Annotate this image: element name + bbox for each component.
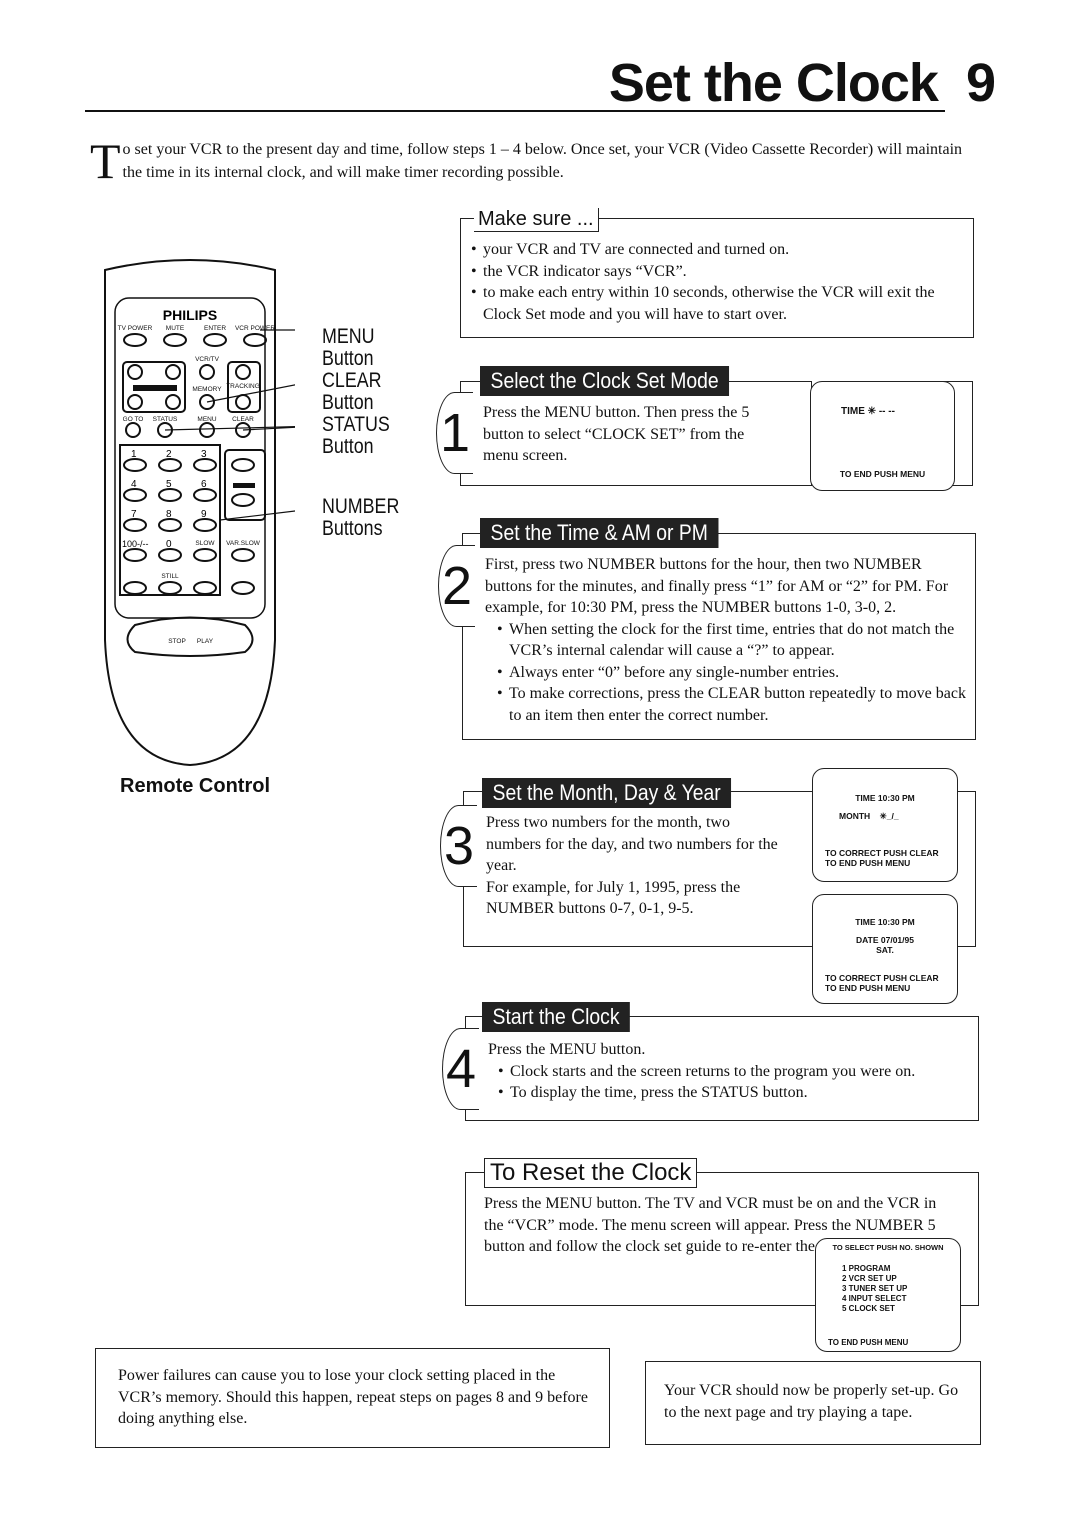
still-label: STILL	[161, 573, 179, 580]
screen-footer: TO END PUSH MENU	[839, 469, 926, 479]
list-item: To make corrections, press the CLEAR but…	[497, 683, 975, 726]
callout-label: Button	[322, 435, 374, 458]
memory-label: MEMORY	[192, 386, 222, 393]
callout-label: CLEAR	[322, 369, 382, 392]
screen-text: SAT.	[876, 945, 894, 955]
step-4-list: Clock starts and the screen returns to t…	[488, 1061, 978, 1104]
menu-label: MENU	[197, 416, 217, 423]
step-3-header: Set the Month, Day & Year	[482, 778, 732, 808]
screen-footer: TO CORRECT PUSH CLEAR	[825, 973, 939, 983]
screen-text: _/_	[886, 811, 899, 821]
clear-callout: CLEAR Button	[322, 370, 399, 414]
note-text: Power failures can cause you to lose you…	[118, 1367, 588, 1427]
reset-title: To Reset the Clock	[484, 1158, 698, 1188]
step-1-text: Press the MENU button. Then press the 5 …	[483, 404, 750, 464]
menu-item: 4 INPUT SELECT	[842, 1294, 907, 1303]
title-text: Set the Clock	[608, 53, 939, 113]
status-label: STATUS	[152, 416, 178, 423]
list-item: When setting the clock for the first tim…	[497, 619, 975, 662]
reset-menu-screen: TO SELECT PUSH NO. SHOWN 1 PROGRAM 2 VCR…	[815, 1238, 961, 1352]
screen-text: -- --	[878, 406, 895, 417]
list-item: to make each entry within 10 seconds, ot…	[471, 282, 973, 325]
list-item: the VCR indicator says “VCR”.	[471, 261, 973, 283]
step-2-number: 2	[438, 545, 475, 627]
callout-label: STATUS	[322, 413, 390, 436]
list-item: Always enter “0” before any single-numbe…	[497, 662, 975, 684]
power-failure-note: Power failures can cause you to lose you…	[95, 1348, 610, 1448]
screen-text: TIME 10:30 PM	[855, 793, 915, 803]
tv-power-label: TV POWER	[117, 325, 153, 332]
step-3-text: Press two numbers for the month, two num…	[486, 814, 778, 874]
vcr-tv-label: VCR/TV	[195, 356, 219, 363]
step-3-screen-date: TIME 10:30 PM DATE 07/01/95 SAT. TO CORR…	[812, 894, 958, 1004]
menu-callout: MENU Button	[322, 326, 399, 370]
screen-header: TO SELECT PUSH NO. SHOWN	[832, 1243, 944, 1252]
list-item: Clock starts and the screen returns to t…	[498, 1061, 978, 1083]
step-4-number: 4	[442, 1028, 479, 1110]
step-2-list: When setting the clock for the first tim…	[487, 619, 975, 727]
step-4-text: Press the MENU button.	[488, 1041, 646, 1058]
play-label: PLAY	[196, 638, 214, 645]
step-2-header: Set the Time & AM or PM	[480, 518, 719, 548]
screen-text: TIME 10:30 PM	[855, 917, 915, 927]
tracking-label: TRACKING	[226, 383, 260, 390]
step-1-screen: TIME ✳ -- -- TO END PUSH MENU	[810, 381, 955, 491]
manual-page: Set the Clock 9 To set your VCR to the pr…	[0, 0, 1080, 1515]
make-sure-box: your VCR and TV are connected and turned…	[460, 218, 974, 338]
list-item: your VCR and TV are connected and turned…	[471, 239, 973, 261]
callout-label: MENU	[322, 325, 375, 348]
go-to-label: GO TO	[122, 416, 144, 423]
note-text: Your VCR should now be properly set-up. …	[664, 1382, 959, 1421]
step-1-number: 1	[436, 392, 473, 474]
clear-label: CLEAR	[232, 416, 254, 423]
menu-item: 2 VCR SET UP	[842, 1274, 897, 1283]
remote-callouts: MENU Button CLEAR Button STATUS Button NUMB…	[322, 326, 413, 540]
menu-item: 3 TUNER SET UP	[842, 1284, 908, 1293]
menu-item: 5 CLOCK SET	[842, 1304, 895, 1313]
screen-footer: TO END PUSH MENU	[828, 1338, 909, 1347]
step-1-box: Press the MENU button. Then press the 5 …	[460, 381, 812, 486]
status-callout: STATUS Button	[322, 414, 399, 458]
step-3-example: For example, for July 1, 1995, press the…	[486, 878, 741, 918]
screen-text: TIME	[841, 406, 865, 417]
remote-caption: Remote Control	[120, 775, 270, 797]
next-step-note: Your VCR should now be properly set-up. …	[645, 1361, 981, 1445]
screen-footer: TO CORRECT PUSH CLEAR	[825, 848, 939, 858]
menu-item: 1 PROGRAM	[842, 1264, 891, 1273]
make-sure-title: Make sure ...	[474, 208, 599, 232]
screen-footer: TO END PUSH MENU	[825, 858, 911, 868]
enter-label: ENTER	[203, 325, 227, 332]
screen-menu-list: 1 PROGRAM 2 VCR SET UP 3 TUNER SET UP 4 …	[842, 1264, 960, 1314]
var-slow-label: VAR.SLOW	[226, 540, 260, 547]
intro-paragraph: To set your VCR to the present day and t…	[90, 133, 970, 189]
step-2-box: First, press two NUMBER buttons for the …	[462, 533, 976, 740]
page-number: 9	[965, 53, 996, 113]
callout-label: Button	[322, 347, 374, 370]
stop-label: STOP	[168, 638, 186, 645]
make-sure-list: your VCR and TV are connected and turned…	[461, 239, 973, 325]
screen-footer: TO END PUSH MENU	[825, 983, 911, 993]
step-3-number: 3	[440, 805, 477, 887]
number-callout: NUMBER Buttons	[322, 496, 399, 540]
drop-cap: T	[90, 133, 121, 189]
intro-text: o set your VCR to the present day and ti…	[122, 141, 963, 181]
list-item: To display the time, press the STATUS bu…	[498, 1082, 978, 1104]
step-4-header: Start the Clock	[482, 1002, 631, 1032]
screen-line: TIME ✳ -- --	[841, 406, 895, 417]
page-title: Set the Clock 9	[608, 52, 996, 114]
step-3-screen-month: TIME 10:30 PM MONTH ✳_/_ TO CORRECT PUSH…	[812, 768, 958, 882]
step-1-header: Select the Clock Set Mode	[480, 366, 730, 396]
step-2-text: First, press two NUMBER buttons for the …	[485, 556, 949, 616]
callout-label: NUMBER	[322, 495, 400, 518]
title-rule	[85, 110, 945, 112]
screen-text: MONTH	[839, 811, 871, 821]
slow-label: SLOW	[195, 540, 215, 547]
vcr-power-label: VCR POWER	[234, 325, 276, 332]
callout-label: Button	[322, 391, 374, 414]
mute-label: MUTE	[165, 325, 185, 332]
callout-label: Buttons	[322, 517, 383, 540]
screen-text: DATE 07/01/95	[856, 935, 914, 945]
remote-button-labels: TV POWER MUTE ENTER VCR POWER VCR/TV MEM…	[95, 250, 295, 770]
